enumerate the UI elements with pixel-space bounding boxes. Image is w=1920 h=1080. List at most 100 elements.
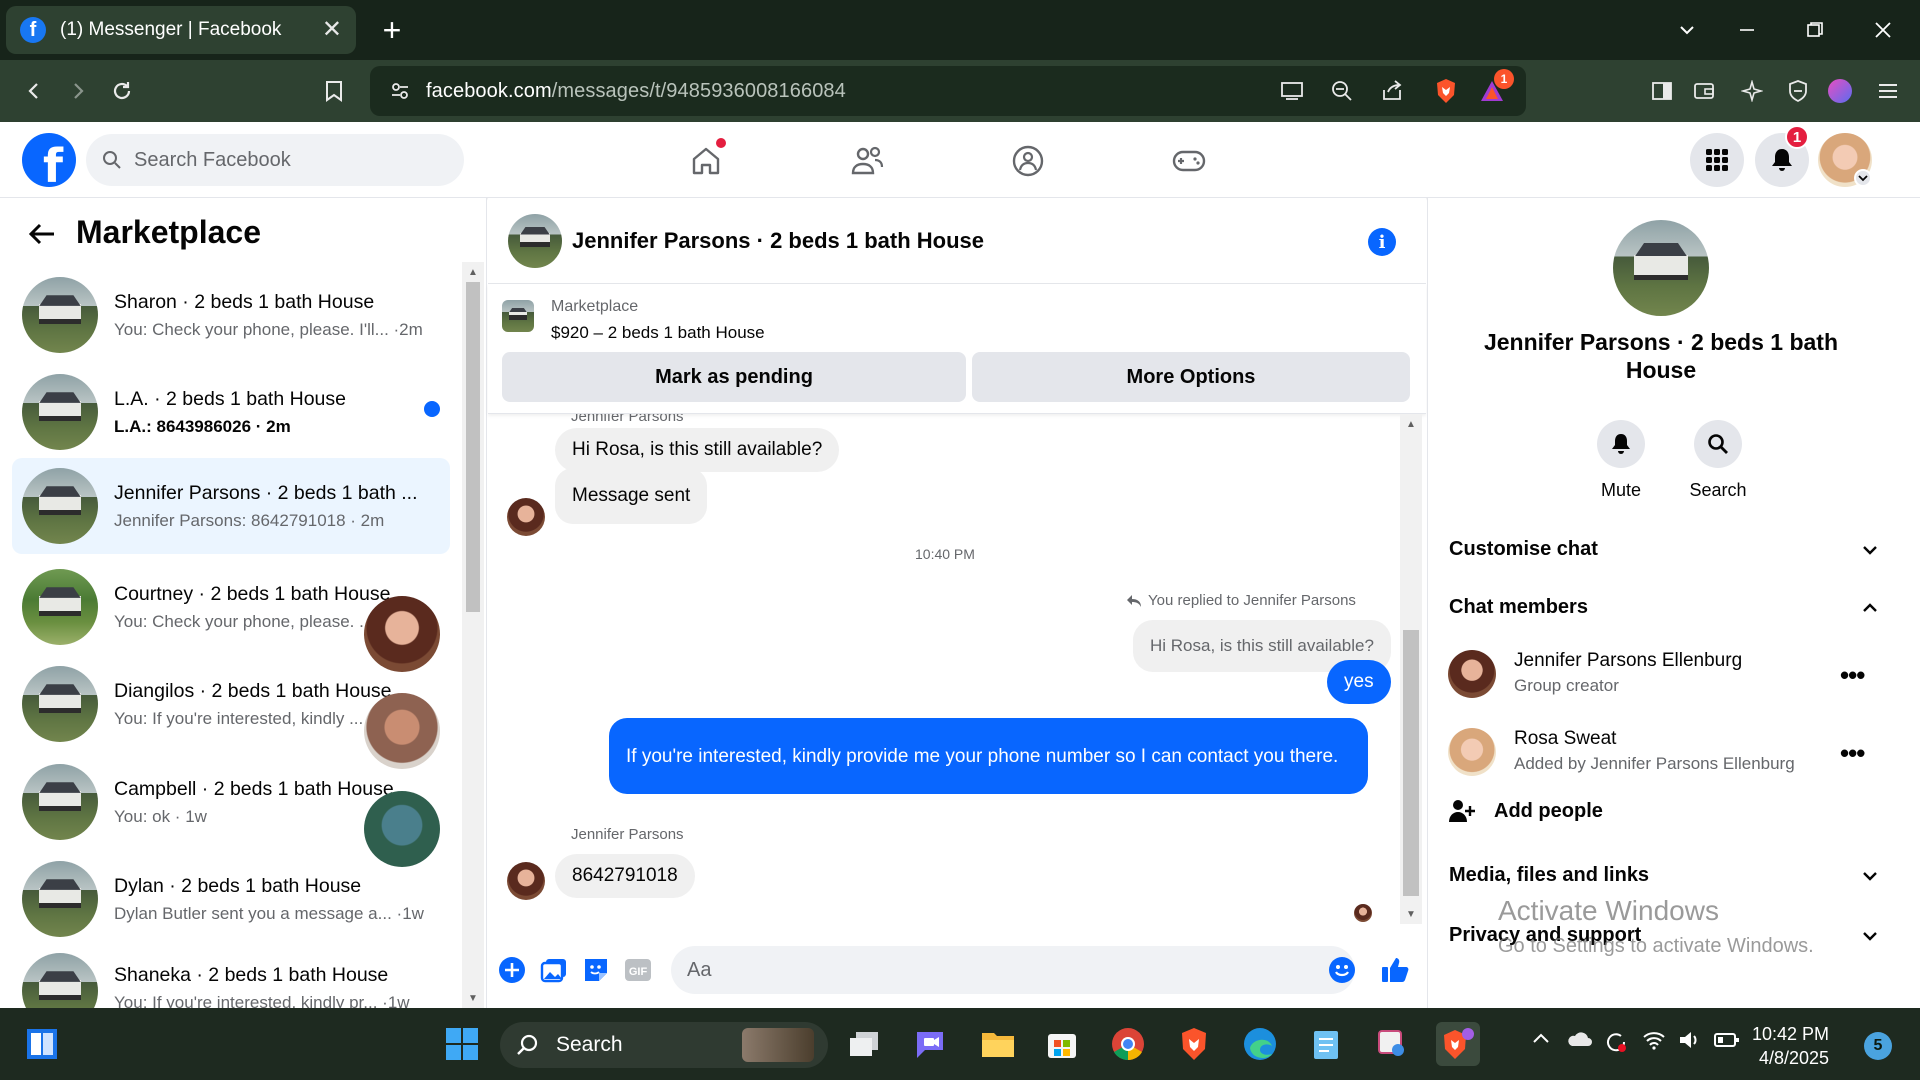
groups-icon[interactable]: [998, 136, 1058, 186]
scroll-down-arrow[interactable]: ▼: [1400, 906, 1422, 922]
media-files-links-section[interactable]: Media, files and links: [1449, 864, 1879, 887]
onedrive-icon[interactable]: [1566, 1030, 1592, 1050]
sender-avatar[interactable]: [507, 862, 545, 900]
facebook-search[interactable]: Search Facebook: [86, 134, 464, 186]
chat-avatar[interactable]: [508, 214, 562, 268]
sync-icon[interactable]: [1604, 1030, 1628, 1054]
more-options-icon[interactable]: •••: [1840, 662, 1865, 688]
brave-icon[interactable]: [1172, 1022, 1216, 1066]
teams-icon[interactable]: [908, 1022, 952, 1066]
incoming-message[interactable]: Hi Rosa, is this still available?: [555, 428, 840, 472]
chat-member[interactable]: Rosa Sweat Added by Jennifer Parsons Ell…: [1448, 722, 1888, 782]
battery-icon[interactable]: [1714, 1030, 1740, 1050]
edge-icon[interactable]: [1238, 1022, 1282, 1066]
close-window-icon[interactable]: [1860, 10, 1906, 50]
scrollbar-thumb[interactable]: [466, 282, 480, 612]
home-icon[interactable]: [676, 136, 736, 186]
photo-icon[interactable]: [538, 954, 570, 986]
facebook-logo[interactable]: f: [22, 133, 76, 187]
conversation-item[interactable]: Diangilos · 2 beds 1 bath House You: If y…: [12, 661, 450, 769]
scroll-up-arrow[interactable]: ▲: [462, 264, 484, 280]
task-view-icon[interactable]: [842, 1022, 886, 1066]
gif-icon[interactable]: GIF: [622, 954, 654, 986]
chat-member[interactable]: Jennifer Parsons Ellenburg Group creator…: [1448, 644, 1888, 704]
start-icon[interactable]: [20, 1022, 64, 1066]
like-icon[interactable]: [1380, 954, 1412, 986]
mute-button[interactable]: Mute: [1576, 420, 1666, 501]
chevron-up-icon[interactable]: [1532, 1030, 1550, 1048]
menu-icon[interactable]: [1868, 71, 1908, 111]
more-options-icon[interactable]: •••: [1840, 740, 1865, 766]
friends-icon[interactable]: [837, 136, 897, 186]
sticker-icon[interactable]: [580, 954, 612, 986]
snipping-tool-icon[interactable]: [1370, 1022, 1414, 1066]
mark-as-pending-button[interactable]: Mark as pending: [502, 352, 966, 402]
profile-icon[interactable]: [1820, 71, 1860, 111]
leo-icon[interactable]: [1732, 71, 1772, 111]
sidebar-icon[interactable]: [1642, 71, 1682, 111]
search-in-conversation-button[interactable]: Search: [1673, 420, 1763, 501]
outgoing-message[interactable]: yes: [1327, 660, 1391, 704]
bookmark-icon[interactable]: [314, 71, 354, 111]
outgoing-message[interactable]: If you're interested, kindly provide me …: [609, 718, 1368, 794]
volume-icon[interactable]: [1678, 1030, 1702, 1050]
chat-scrollbar[interactable]: ▲ ▼: [1400, 414, 1422, 924]
share-icon[interactable]: [1372, 71, 1412, 111]
conversation-item-active[interactable]: Jennifer Parsons · 2 beds 1 bath ... Jenn…: [12, 458, 450, 554]
account-avatar[interactable]: [1818, 133, 1872, 187]
brave-beta-icon[interactable]: [1436, 1022, 1480, 1066]
bell-icon[interactable]: 1: [1755, 125, 1809, 187]
close-icon[interactable]: ✕: [322, 18, 342, 42]
conversation-item[interactable]: Campbell · 2 beds 1 bath House You: ok · …: [12, 759, 450, 867]
browser-tab[interactable]: f (1) Messenger | Facebook ✕: [6, 6, 356, 54]
brave-shield-icon[interactable]: [1426, 71, 1466, 111]
vpn-icon[interactable]: [1778, 71, 1818, 111]
reload-icon[interactable]: [102, 71, 142, 111]
zoom-icon[interactable]: [1322, 71, 1362, 111]
conversation-item[interactable]: Shaneka · 2 beds 1 bath House You: If you…: [12, 953, 450, 1008]
brave-rewards-icon[interactable]: 1: [1472, 69, 1514, 111]
forward-icon[interactable]: [58, 71, 98, 111]
gaming-icon[interactable]: [1159, 136, 1219, 186]
wallet-icon[interactable]: [1684, 71, 1724, 111]
restore-icon[interactable]: [1792, 10, 1838, 50]
taskbar-search[interactable]: Search: [500, 1022, 828, 1068]
conversation-item[interactable]: Courtney · 2 beds 1 bath House You: Check…: [12, 564, 450, 672]
minimize-icon[interactable]: [1724, 10, 1770, 50]
store-icon[interactable]: [1040, 1022, 1084, 1066]
conversation-item[interactable]: L.A. · 2 beds 1 bath House L.A.: 86439860…: [12, 369, 450, 455]
wifi-icon[interactable]: [1642, 1030, 1666, 1050]
more-options-button[interactable]: More Options: [972, 352, 1410, 402]
add-icon[interactable]: [496, 954, 528, 986]
site-settings-icon[interactable]: [380, 71, 420, 111]
scrollbar-thumb[interactable]: [1403, 630, 1419, 896]
back-icon[interactable]: [14, 71, 54, 111]
message-input[interactable]: Aa: [671, 946, 1355, 994]
chat-members-section[interactable]: Chat members: [1449, 596, 1879, 619]
windows-icon[interactable]: [440, 1022, 484, 1066]
incoming-message[interactable]: Message sent: [555, 468, 708, 524]
sender-avatar[interactable]: [507, 498, 545, 536]
chat-title[interactable]: Jennifer Parsons · 2 beds 1 bath House: [572, 228, 984, 254]
file-explorer-icon[interactable]: [976, 1022, 1020, 1066]
apps-grid-icon[interactable]: [1690, 133, 1744, 187]
chrome-icon[interactable]: [1106, 1022, 1150, 1066]
conversation-list-scrollbar[interactable]: ▲ ▼: [462, 262, 484, 1008]
notepad-icon[interactable]: [1304, 1022, 1348, 1066]
conversation-item[interactable]: Dylan · 2 beds 1 bath House Dylan Butler …: [12, 856, 450, 942]
incoming-message[interactable]: 8642791018: [555, 854, 695, 898]
conversation-item[interactable]: Sharon · 2 beds 1 bath House You: Check y…: [12, 272, 450, 358]
scroll-down-arrow[interactable]: ▼: [462, 990, 484, 1006]
listing-thumbnail[interactable]: [502, 300, 534, 332]
back-arrow-icon[interactable]: [28, 222, 56, 246]
plus-icon[interactable]: +: [372, 10, 412, 50]
chevron-down-icon[interactable]: [1664, 10, 1710, 50]
address-bar[interactable]: facebook.com/messages/t/9485936008166084…: [370, 66, 1526, 116]
add-people-button[interactable]: Add people: [1448, 798, 1603, 824]
emoji-icon[interactable]: [1326, 954, 1358, 986]
cast-icon[interactable]: [1272, 71, 1312, 111]
info-icon[interactable]: i: [1368, 228, 1396, 256]
listing-price-title[interactable]: $920 – 2 beds 1 bath House: [551, 323, 765, 343]
customise-chat-section[interactable]: Customise chat: [1449, 538, 1879, 561]
taskbar-clock[interactable]: 10:42 PM 4/8/2025: [1752, 1022, 1829, 1070]
